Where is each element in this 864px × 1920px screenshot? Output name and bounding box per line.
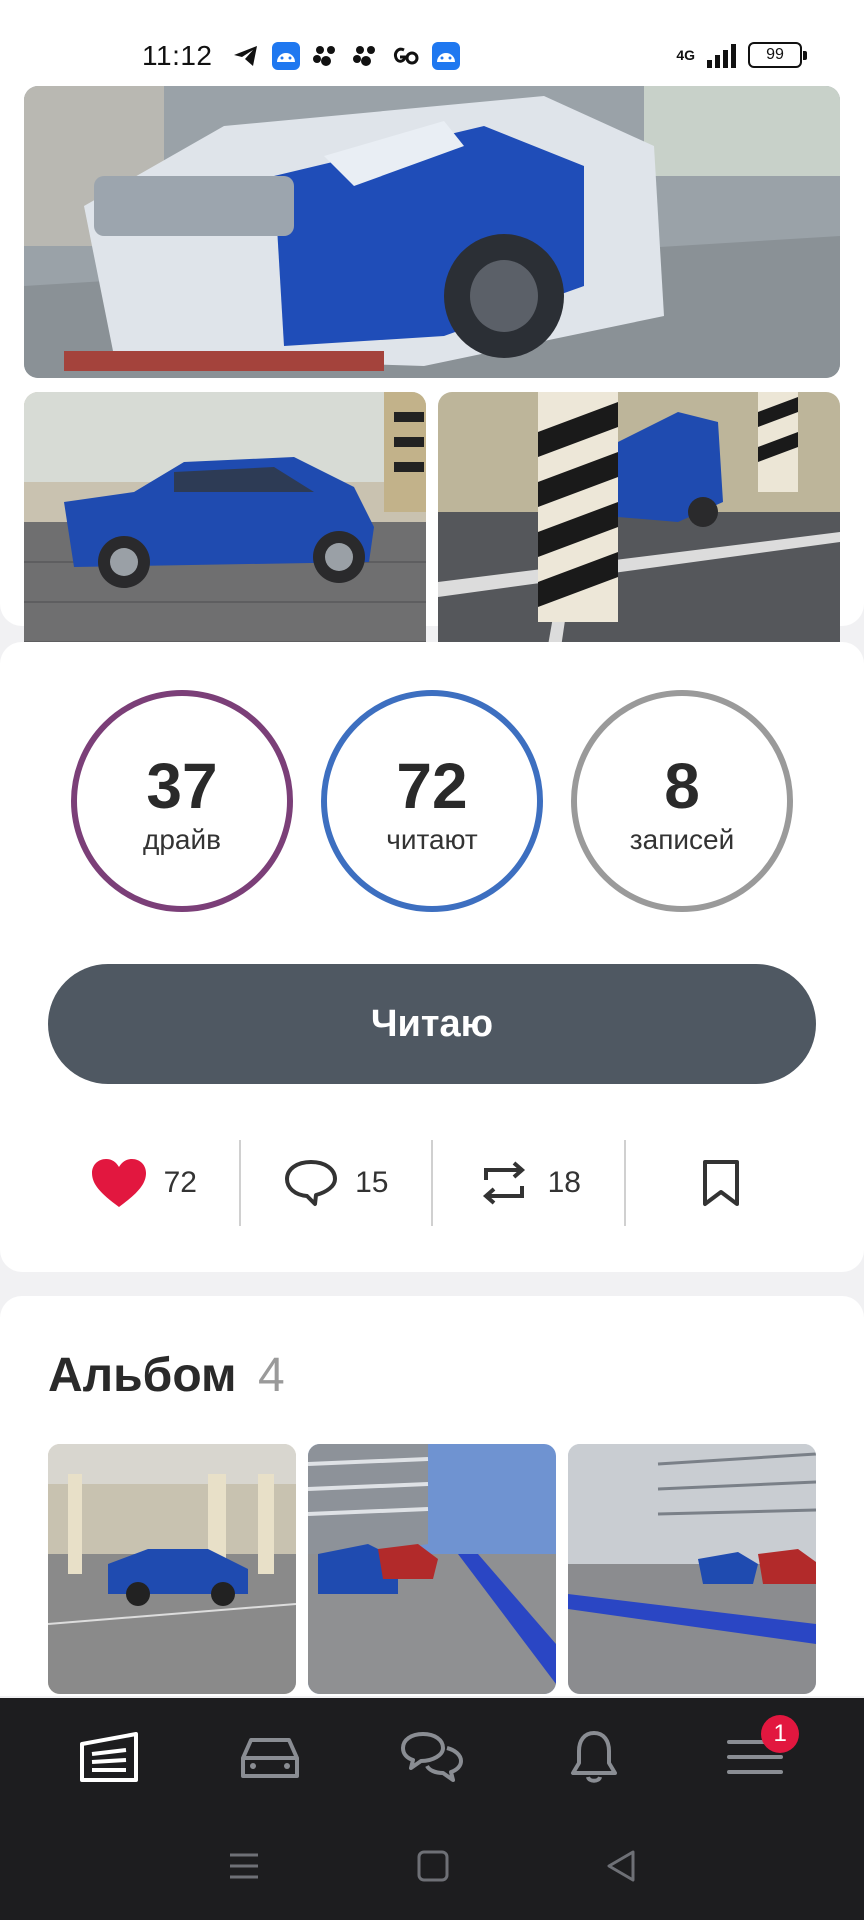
readers-counter[interactable]: 72 читают [321, 690, 543, 912]
album-photo[interactable] [308, 1444, 556, 1694]
home-square-icon [417, 1850, 449, 1881]
comment-icon [285, 1160, 338, 1206]
tab-notifications[interactable] [554, 1717, 634, 1797]
profile-stats-card: 37 драйв 72 читают 8 записей Читаю 72 15 [0, 642, 864, 1272]
album-count: 4 [258, 1349, 285, 1402]
photos-card [0, 86, 864, 702]
posts-value: 8 [664, 750, 700, 822]
follow-button[interactable]: Читаю [48, 964, 816, 1084]
tab-garage[interactable] [69, 1717, 149, 1797]
album-photo[interactable] [568, 1444, 816, 1694]
paw-icon [312, 42, 340, 70]
readers-value: 72 [396, 750, 468, 822]
repost-icon [482, 1161, 525, 1205]
recent-apps-button[interactable] [227, 1851, 261, 1886]
readers-label: читают [386, 824, 478, 855]
car-icon [241, 1738, 300, 1778]
notification-badge: 1 [761, 1715, 800, 1753]
drive-value: 37 [146, 750, 218, 822]
status-bar: 11:12 4G 99 [0, 0, 864, 86]
screen: 11:12 4G 99 37 драйв 72 читают 8 записей… [0, 0, 864, 1920]
drive-label: драйв [143, 824, 221, 855]
comments-button[interactable]: 15 [241, 1140, 432, 1226]
home-button[interactable] [416, 1849, 450, 1888]
recent-apps-icon [230, 1853, 259, 1878]
drive-counter[interactable]: 37 драйв [71, 690, 293, 912]
system-navigation-bar [0, 1816, 864, 1920]
status-notification-icons [232, 42, 460, 70]
like-button[interactable]: 72 [48, 1140, 239, 1226]
back-button[interactable] [605, 1849, 637, 1888]
battery-level: 99 [766, 46, 784, 63]
album-section: Альбом 4 [0, 1296, 864, 1696]
paw-icon [352, 42, 380, 70]
battery-icon: 99 [748, 42, 807, 68]
bookmark-icon [702, 1160, 739, 1206]
tab-menu[interactable]: 1 [715, 1715, 800, 1797]
bell-icon [570, 1731, 617, 1783]
android-app-icon [272, 42, 300, 70]
tab-messages[interactable] [392, 1717, 472, 1797]
go-app-icon [392, 42, 420, 70]
posts-label: записей [629, 824, 735, 855]
network-label: 4G [676, 47, 695, 63]
bottom-tab-bar: 1 [0, 1698, 864, 1816]
album-photo[interactable] [48, 1444, 296, 1694]
signal-icon [707, 42, 736, 68]
bookmark-button[interactable] [626, 1140, 817, 1226]
status-system-icons: 4G 99 [676, 42, 807, 68]
repost-button[interactable]: 18 [433, 1140, 624, 1226]
android-app-icon [432, 42, 460, 70]
heart-icon [91, 1159, 146, 1207]
album-title[interactable]: Альбом [48, 1348, 237, 1403]
comments-count: 15 [355, 1166, 389, 1199]
chat-icon [400, 1732, 463, 1782]
back-triangle-icon [607, 1850, 635, 1881]
main-photo-car-wash[interactable] [24, 86, 840, 378]
network-indicator: 4G [676, 47, 695, 63]
reposts-count: 18 [547, 1166, 581, 1199]
posts-counter[interactable]: 8 записей [571, 690, 793, 912]
actions-bar: 72 15 18 [48, 1140, 816, 1226]
garage-icon [79, 1732, 138, 1782]
tab-cars[interactable] [230, 1717, 310, 1797]
status-time: 11:12 [142, 40, 213, 71]
likes-count: 72 [163, 1166, 197, 1199]
telegram-icon [232, 42, 260, 70]
